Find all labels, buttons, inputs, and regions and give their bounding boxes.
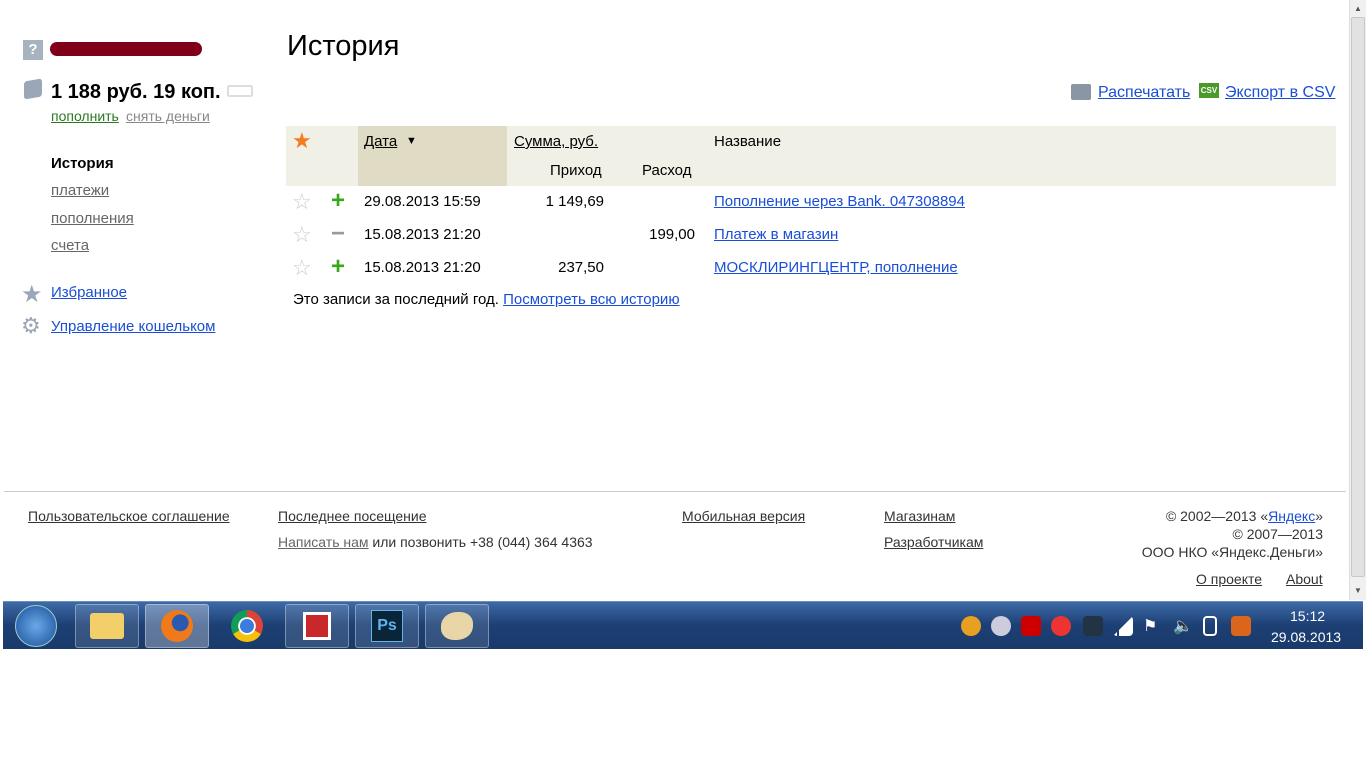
table-header: ★ Дата ▼ Сумма, руб. Приход Расход Назва… — [286, 126, 1336, 186]
row-date: 15.08.2013 21:20 — [364, 226, 481, 243]
note-text: Это записи за последний год. — [293, 291, 499, 308]
tray-signal-icon[interactable] — [1113, 616, 1133, 636]
sort-by-sum[interactable]: Сумма, руб. — [514, 133, 598, 150]
tray-adobe-icon[interactable] — [1021, 616, 1041, 636]
nav-invoices[interactable]: счета — [51, 237, 89, 254]
favorites-link[interactable]: Избранное — [51, 284, 127, 301]
copy-end: » — [1315, 508, 1323, 524]
tray-sync-icon[interactable] — [991, 616, 1011, 636]
palette-icon — [441, 612, 473, 640]
nav-topups[interactable]: пополнения — [51, 210, 134, 227]
mobile-link[interactable]: Мобильная версия — [682, 508, 805, 524]
plus-icon: + — [331, 187, 346, 214]
row-name-link[interactable]: Пополнение через Bank. 047308894 — [714, 193, 965, 210]
withdraw-link[interactable]: снять деньги — [126, 108, 210, 124]
nav-history: История — [51, 155, 114, 172]
row-name-link[interactable]: Платеж в магазин — [714, 226, 838, 243]
taskbar-presentation[interactable] — [285, 604, 349, 648]
row-name-link[interactable]: МОСКЛИРИНГЦЕНТР, пополнение — [714, 259, 958, 276]
favorite-star-icon[interactable]: ☆ — [292, 255, 312, 281]
photoshop-icon: Ps — [371, 610, 403, 642]
tray-shield-icon[interactable] — [961, 616, 981, 636]
yandex-link[interactable]: Яндекс — [1268, 508, 1315, 524]
taskbar-chrome[interactable] — [215, 604, 279, 648]
devs-link[interactable]: Разработчикам — [884, 534, 983, 550]
clock-date[interactable]: 29.08.2013 — [1271, 629, 1341, 645]
redacted-username — [50, 42, 202, 56]
tray-volume-icon[interactable]: 🔈 — [1173, 616, 1193, 636]
tray-display-icon[interactable] — [1083, 616, 1103, 636]
balance: 1 188 руб. 19 коп. — [51, 81, 221, 103]
about-en-link[interactable]: About — [1286, 571, 1323, 587]
row-income: 1 149,69 — [545, 193, 604, 210]
wallet-icon — [24, 78, 42, 100]
row-expense: 199,00 — [649, 226, 695, 243]
topup-link[interactable]: пополнить — [51, 108, 119, 124]
tray-target-icon[interactable] — [1051, 616, 1071, 636]
row-date: 29.08.2013 15:59 — [364, 193, 481, 210]
taskbar-paint[interactable] — [425, 604, 489, 648]
taskbar-photoshop[interactable]: Ps — [355, 604, 419, 648]
income-header: Приход — [550, 162, 602, 179]
last-visit-link[interactable]: Последнее посещение — [278, 508, 427, 524]
row-income: 237,50 — [558, 259, 604, 276]
sort-desc-icon: ▼ — [406, 135, 417, 147]
row-date: 15.08.2013 21:20 — [364, 259, 481, 276]
chrome-icon — [231, 610, 263, 642]
scrollbar[interactable]: ▲ ▼ — [1349, 0, 1366, 600]
table-row: ☆ − 15.08.2013 21:20 199,00 Платеж в маг… — [286, 219, 1336, 251]
printer-icon[interactable] — [1071, 84, 1091, 100]
history-note: Это записи за последний год. Посмотреть … — [293, 291, 680, 308]
taskbar-firefox[interactable] — [145, 604, 209, 648]
manage-wallet-link[interactable]: Управление кошельком — [51, 318, 215, 335]
name-header: Название — [714, 133, 782, 150]
clock-time[interactable]: 15:12 — [1290, 608, 1325, 624]
page-title: История — [287, 30, 400, 62]
agreement-link[interactable]: Пользовательское соглашение — [28, 508, 230, 524]
tray-flag-icon[interactable]: ⚑ — [1143, 616, 1163, 636]
start-button[interactable] — [15, 605, 57, 647]
contact: Написать нам или позвонить +38 (044) 364… — [278, 534, 593, 550]
plus-icon: + — [331, 253, 346, 280]
call-text: или позвонить +38 (044) 364 4363 — [372, 534, 593, 550]
star-icon: ★ — [21, 281, 43, 308]
favorite-filter-star-icon[interactable]: ★ — [292, 128, 312, 154]
copyright-3: ООО НКО «Яндекс.Деньги» — [1141, 544, 1323, 560]
gear-icon: ⚙ — [21, 313, 41, 338]
copy-text: © 2002—2013 « — [1165, 508, 1269, 524]
table-row: ☆ + 29.08.2013 15:59 1 149,69 Пополнение… — [286, 186, 1336, 218]
taskbar: Ps ⚑ 🔈 15:12 29.08.2013 — [3, 601, 1363, 649]
presentation-icon — [303, 612, 331, 640]
nav-payments[interactable]: платежи — [51, 182, 109, 199]
expense-header: Расход — [642, 162, 692, 179]
print-link[interactable]: Распечатать — [1098, 84, 1190, 102]
tray-mail-icon[interactable] — [1231, 616, 1251, 636]
footer — [4, 491, 1346, 492]
tray-battery-icon[interactable] — [1203, 616, 1217, 636]
folder-icon — [90, 613, 124, 639]
write-us-link[interactable]: Написать нам — [278, 534, 369, 550]
card-icon[interactable] — [227, 85, 253, 97]
help-icon[interactable]: ? — [23, 40, 43, 60]
export-csv-link[interactable]: Экспорт в CSV — [1225, 84, 1335, 102]
minus-icon: − — [331, 220, 346, 247]
favorite-star-icon[interactable]: ☆ — [292, 189, 312, 215]
copyright-yandex: © 2002—2013 «Яндекс» — [1166, 508, 1323, 524]
about-ru-link[interactable]: О проекте — [1196, 571, 1262, 587]
taskbar-explorer[interactable] — [75, 604, 139, 648]
sort-by-date[interactable]: Дата — [364, 133, 397, 150]
firefox-icon — [161, 610, 193, 642]
favorite-star-icon[interactable]: ☆ — [292, 222, 312, 248]
shops-link[interactable]: Магазинам — [884, 508, 955, 524]
table-row: ☆ + 15.08.2013 21:20 237,50 МОСКЛИРИНГЦЕ… — [286, 252, 1336, 284]
csv-icon[interactable]: CSV — [1199, 83, 1219, 98]
all-history-link[interactable]: Посмотреть всю историю — [503, 291, 679, 308]
copyright-2: © 2007—2013 — [1232, 526, 1324, 542]
